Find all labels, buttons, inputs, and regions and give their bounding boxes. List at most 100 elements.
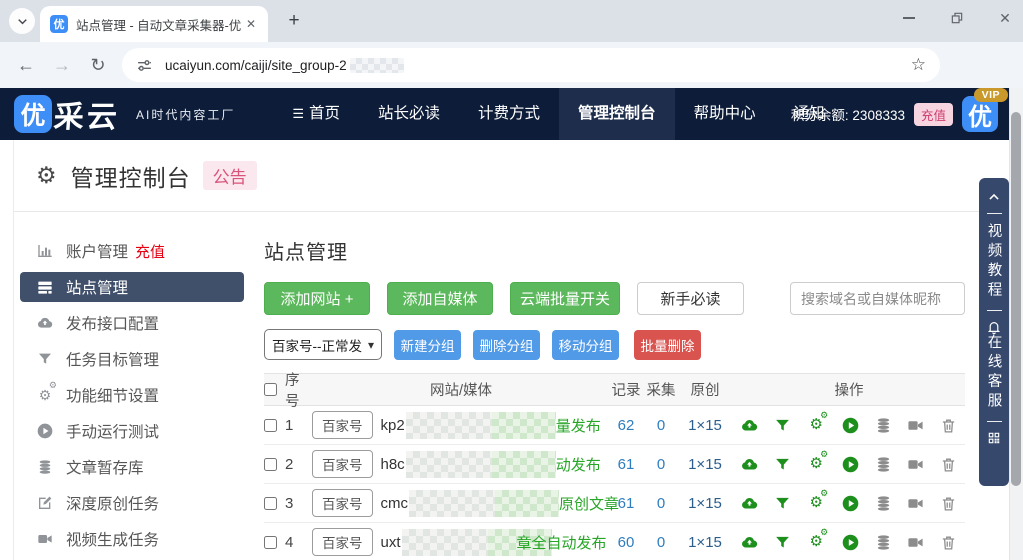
newbie-guide-button[interactable]: 新手必读: [637, 282, 744, 315]
bookmark-star-icon[interactable]: ☆: [911, 55, 926, 75]
storage-icon[interactable]: [875, 456, 892, 473]
row-checkbox[interactable]: [264, 458, 277, 471]
page-header: ⚙ 管理控制台 公告: [14, 140, 1009, 212]
browser-tab[interactable]: 优 站点管理 - 自动文章采集器-优采 ✕: [40, 6, 268, 42]
delete-icon[interactable]: [940, 495, 957, 512]
forward-button[interactable]: →: [50, 53, 74, 77]
online-service-link[interactable]: 在线客服: [984, 334, 1005, 412]
nav-item-must-read[interactable]: 站长必读: [359, 88, 459, 140]
divider: [987, 310, 1002, 311]
table-row: 3 百家号 cmc 原创文章 61 0 1×15 ⚙⚙: [264, 484, 965, 523]
upload-icon[interactable]: [741, 534, 758, 551]
sidebar-item-video-task[interactable]: 视频生成任务: [20, 524, 244, 554]
sidebar-item-feature-settings[interactable]: ⚙⚙ 功能细节设置: [20, 380, 244, 410]
delete-icon[interactable]: [940, 456, 957, 473]
run-icon[interactable]: [842, 495, 859, 512]
redacted-blur: [409, 490, 495, 517]
move-group-button[interactable]: 移动分组: [552, 330, 619, 360]
chevron-down-icon: ▾: [368, 338, 374, 352]
site-navbar: 优 采云 AI时代内容工厂 ☰首页 站长必读 计费方式 管理控制台 帮助中心 通…: [0, 88, 1023, 140]
qr-code-icon[interactable]: [987, 431, 1001, 445]
site-logo-icon[interactable]: 优: [14, 95, 52, 133]
run-icon[interactable]: [842, 456, 859, 473]
row-checkbox[interactable]: [264, 419, 277, 432]
settings-icon[interactable]: ⚙⚙: [806, 415, 826, 435]
redacted-blur: [492, 412, 556, 439]
user-avatar[interactable]: 优VIP: [962, 96, 998, 132]
delete-group-button[interactable]: 删除分组: [473, 330, 540, 360]
new-tab-button[interactable]: +: [282, 9, 306, 33]
filter-icon[interactable]: [774, 495, 791, 512]
add-media-button[interactable]: 添加自媒体: [387, 282, 493, 315]
cloud-batch-switch-button[interactable]: 云端批量开关: [510, 282, 620, 315]
sidebar-item-task-target[interactable]: 任务目标管理: [20, 344, 244, 374]
window-restore-button[interactable]: [947, 8, 967, 28]
nav-item-help[interactable]: 帮助中心: [675, 88, 775, 140]
site-logo-text[interactable]: 采云: [52, 92, 121, 136]
video-camera-icon: [34, 531, 56, 547]
back-button[interactable]: ←: [14, 53, 38, 77]
window-close-button[interactable]: ✕: [995, 8, 1015, 28]
settings-icon[interactable]: ⚙⚙: [806, 454, 826, 474]
upload-icon[interactable]: [741, 417, 758, 434]
sidebar-item-sites[interactable]: 站点管理: [20, 272, 244, 302]
sidebar-item-account[interactable]: 账户管理 充值: [20, 236, 244, 266]
video-icon[interactable]: [907, 417, 924, 434]
sidebar-item-original-task[interactable]: 深度原创任务: [20, 488, 244, 518]
row-checkbox[interactable]: [264, 497, 277, 510]
points-balance: 积分余额: 2308333: [791, 104, 905, 124]
site-desc: 动发布: [556, 454, 601, 475]
delete-icon[interactable]: [940, 534, 957, 551]
platform-badge: 百家号: [312, 411, 373, 439]
storage-icon[interactable]: [875, 495, 892, 512]
url-bar[interactable]: ucaiyun.com/caiji/site_group-2 ☆: [122, 48, 940, 82]
add-site-button[interactable]: 添加网站 +: [264, 282, 370, 315]
sidebar-item-publish-api[interactable]: 发布接口配置: [20, 308, 244, 338]
video-tutorial-link[interactable]: 视频教程: [984, 223, 1005, 301]
upload-icon[interactable]: [741, 456, 758, 473]
row-checkbox[interactable]: [264, 536, 277, 549]
settings-icon[interactable]: ⚙⚙: [806, 532, 826, 552]
sites-table: 序号 网站/媒体 记录 采集 原创 操作 1 百家号 kp2 量发布: [264, 373, 965, 560]
sidebar-item-manual-test[interactable]: 手动运行测试: [20, 416, 244, 446]
recharge-link[interactable]: 充值: [135, 241, 165, 262]
select-all-checkbox[interactable]: [264, 383, 277, 396]
scrollbar-thumb[interactable]: [1011, 112, 1021, 486]
storage-icon[interactable]: [875, 417, 892, 434]
sidebar-item-article-store[interactable]: 文章暂存库: [20, 452, 244, 482]
collapse-chevron-icon[interactable]: [987, 190, 1001, 204]
announcement-badge[interactable]: 公告: [203, 161, 257, 190]
server-icon: [34, 279, 56, 295]
nav-item-home[interactable]: ☰首页: [273, 88, 359, 140]
section-title: 站点管理: [264, 236, 965, 265]
storage-icon[interactable]: [875, 534, 892, 551]
filter-icon[interactable]: [774, 456, 791, 473]
delete-icon[interactable]: [940, 417, 957, 434]
nav-item-billing[interactable]: 计费方式: [459, 88, 559, 140]
window-minimize-button[interactable]: [899, 8, 919, 28]
settings-icon[interactable]: ⚙⚙: [806, 493, 826, 513]
upload-icon[interactable]: [741, 495, 758, 512]
run-icon[interactable]: [842, 417, 859, 434]
group-select[interactable]: 百家号--正常发 ▾: [264, 329, 382, 360]
filter-icon[interactable]: [774, 534, 791, 551]
batch-delete-button[interactable]: 批量删除: [634, 330, 701, 360]
platform-badge: 百家号: [312, 450, 373, 478]
reload-button[interactable]: ↻: [86, 53, 110, 77]
tab-close-icon[interactable]: ✕: [242, 15, 260, 33]
nav-menu: ☰首页 站长必读 计费方式 管理控制台 帮助中心 通知: [273, 88, 843, 140]
site-name: h8c: [381, 456, 405, 473]
video-icon[interactable]: [907, 534, 924, 551]
filter-icon[interactable]: [774, 417, 791, 434]
nav-item-console[interactable]: 管理控制台: [559, 88, 675, 140]
new-group-button[interactable]: 新建分组: [394, 330, 461, 360]
tab-search-button[interactable]: [9, 8, 35, 34]
video-icon[interactable]: [907, 456, 924, 473]
filter-icon: [34, 351, 56, 367]
recharge-button[interactable]: 充值: [914, 103, 953, 126]
video-icon[interactable]: [907, 495, 924, 512]
table-row: 4 百家号 uxt 章全自动发布 60 0 1×15 ⚙⚙: [264, 523, 965, 560]
site-settings-icon[interactable]: [136, 57, 153, 74]
search-input[interactable]: [790, 282, 965, 315]
run-icon[interactable]: [842, 534, 859, 551]
